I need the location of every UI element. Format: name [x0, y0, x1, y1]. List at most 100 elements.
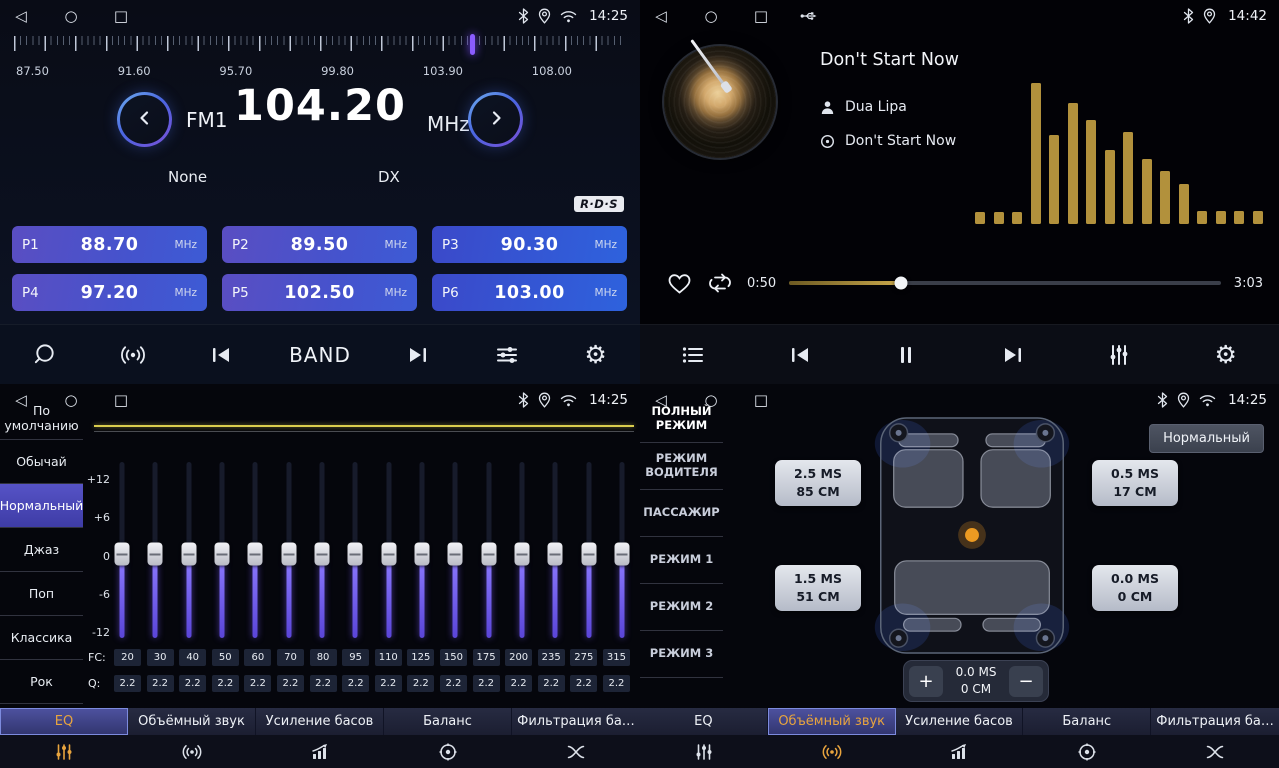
pause-button[interactable] — [885, 334, 927, 376]
recents-button[interactable]: □ — [112, 7, 130, 25]
delay-rear-left[interactable]: 1.5 MS 51 CM — [775, 565, 861, 611]
tab-eq[interactable]: EQ — [640, 708, 768, 768]
eq-band-slider[interactable] — [281, 462, 297, 638]
delay-front-right[interactable]: 0.5 MS 17 CM — [1092, 460, 1178, 506]
settings-icon[interactable]: ⚙ — [1205, 334, 1247, 376]
eq-slider-knob[interactable] — [248, 542, 263, 565]
decrease-delay-button[interactable]: − — [1009, 666, 1043, 697]
sound-mode-item[interactable]: РЕЖИМ 2 — [640, 584, 723, 631]
previous-track-button[interactable] — [779, 334, 821, 376]
previous-station-button[interactable] — [200, 334, 242, 376]
eq-preset-item[interactable]: Рок — [0, 660, 83, 704]
home-button[interactable]: ○ — [702, 7, 720, 25]
eq-band-slider[interactable] — [181, 462, 197, 638]
home-button[interactable]: ○ — [702, 391, 720, 409]
sound-mode-item[interactable]: РЕЖИМ 1 — [640, 537, 723, 584]
delay-ms: 2.5 MS — [794, 465, 842, 483]
eq-band-slider[interactable] — [214, 462, 230, 638]
eq-slider-knob[interactable] — [381, 542, 396, 565]
progress-knob[interactable] — [895, 277, 908, 290]
preset-button-p4[interactable]: P4 97.20 MHz — [12, 274, 207, 311]
eq-band-slider[interactable] — [481, 462, 497, 638]
eq-band-slider[interactable] — [414, 462, 430, 638]
scan-button[interactable] — [23, 334, 65, 376]
eq-preset-item[interactable]: Нормальный — [0, 484, 83, 528]
tab-filter[interactable]: Фильтрация ба… — [512, 708, 640, 768]
tab-bass-boost[interactable]: Усиление басов — [256, 708, 384, 768]
back-button[interactable]: ◁ — [652, 7, 670, 25]
next-track-button[interactable] — [992, 334, 1034, 376]
home-button[interactable]: ○ — [62, 7, 80, 25]
frequency-ruler[interactable] — [14, 36, 626, 58]
eq-slider-knob[interactable] — [148, 542, 163, 565]
eq-slider-knob[interactable] — [181, 542, 196, 565]
eq-band-slider[interactable] — [381, 462, 397, 638]
recents-button[interactable]: □ — [752, 391, 770, 409]
eq-band-slider[interactable] — [147, 462, 163, 638]
favorite-button[interactable] — [666, 271, 693, 296]
back-button[interactable]: ◁ — [12, 391, 30, 409]
recents-button[interactable]: □ — [112, 391, 130, 409]
eq-slider-knob[interactable] — [348, 542, 363, 565]
increase-delay-button[interactable]: + — [909, 666, 943, 697]
eq-slider-knob[interactable] — [614, 542, 629, 565]
eq-band-slider[interactable] — [247, 462, 263, 638]
preset-button-p2[interactable]: P2 89.50 MHz — [222, 226, 417, 263]
mixer-button[interactable] — [1098, 334, 1140, 376]
eq-slider-knob[interactable] — [314, 542, 329, 565]
tune-button[interactable] — [486, 334, 528, 376]
eq-slider-knob[interactable] — [481, 542, 496, 565]
broadcast-button[interactable] — [112, 334, 154, 376]
playlist-button[interactable] — [672, 334, 714, 376]
preset-button-p5[interactable]: P5 102.50 MHz — [222, 274, 417, 311]
tab-balance[interactable]: Баланс — [1023, 708, 1151, 768]
eq-preset-item[interactable]: Классика — [0, 616, 83, 660]
repeat-button[interactable] — [706, 270, 734, 296]
eq-slider-knob[interactable] — [115, 542, 130, 565]
eq-band-slider[interactable] — [447, 462, 463, 638]
sound-mode-item[interactable]: ПАССАЖИР — [640, 490, 723, 537]
eq-band-slider[interactable] — [547, 462, 563, 638]
tab-surround[interactable]: Объёмный звук — [128, 708, 256, 768]
eq-slider-knob[interactable] — [214, 542, 229, 565]
eq-slider-knob[interactable] — [581, 542, 596, 565]
progress-slider[interactable] — [789, 281, 1221, 285]
preset-button-p3[interactable]: P3 90.30 MHz — [432, 226, 627, 263]
eq-slider-knob[interactable] — [448, 542, 463, 565]
sound-mode-item[interactable]: РЕЖИМ ВОДИТЕЛЯ — [640, 443, 723, 490]
eq-slider-knob[interactable] — [281, 542, 296, 565]
stereo-indicator: None — [168, 168, 207, 186]
recents-button[interactable]: □ — [752, 7, 770, 25]
eq-preset-item[interactable]: Поп — [0, 572, 83, 616]
next-station-button[interactable] — [397, 334, 439, 376]
delay-front-left[interactable]: 2.5 MS 85 CM — [775, 460, 861, 506]
eq-slider-knob[interactable] — [548, 542, 563, 565]
tab-eq[interactable]: EQ — [0, 708, 128, 768]
eq-slider-knob[interactable] — [414, 542, 429, 565]
sound-profile-button[interactable]: Нормальный — [1149, 424, 1264, 453]
delay-rear-right[interactable]: 0.0 MS 0 CM — [1092, 565, 1178, 611]
eq-band-slider[interactable] — [314, 462, 330, 638]
eq-preset-item[interactable]: Обычай — [0, 440, 83, 484]
eq-band-slider[interactable] — [514, 462, 530, 638]
tab-balance[interactable]: Баланс — [384, 708, 512, 768]
back-button[interactable]: ◁ — [652, 391, 670, 409]
tab-surround[interactable]: Объёмный звук — [768, 708, 896, 768]
tab-filter[interactable]: Фильтрация ба… — [1151, 708, 1279, 768]
settings-icon[interactable]: ⚙ — [575, 334, 617, 376]
sound-mode-item[interactable]: РЕЖИМ 3 — [640, 631, 723, 678]
home-button[interactable]: ○ — [62, 391, 80, 409]
preset-button-p1[interactable]: P1 88.70 MHz — [12, 226, 207, 263]
eq-band-slider[interactable] — [614, 462, 630, 638]
tab-bass-boost[interactable]: Усиление басов — [896, 708, 1024, 768]
eq-band-slider[interactable] — [114, 462, 130, 638]
eq-band-slider[interactable] — [347, 462, 363, 638]
eq-preset-item[interactable]: Джаз — [0, 528, 83, 572]
seek-up-button[interactable] — [468, 92, 523, 147]
band-button[interactable]: BAND — [289, 343, 351, 367]
eq-band-slider[interactable] — [581, 462, 597, 638]
preset-button-p6[interactable]: P6 103.00 MHz — [432, 274, 627, 311]
back-button[interactable]: ◁ — [12, 7, 30, 25]
db-label: +12 — [87, 473, 110, 486]
eq-slider-knob[interactable] — [514, 542, 529, 565]
